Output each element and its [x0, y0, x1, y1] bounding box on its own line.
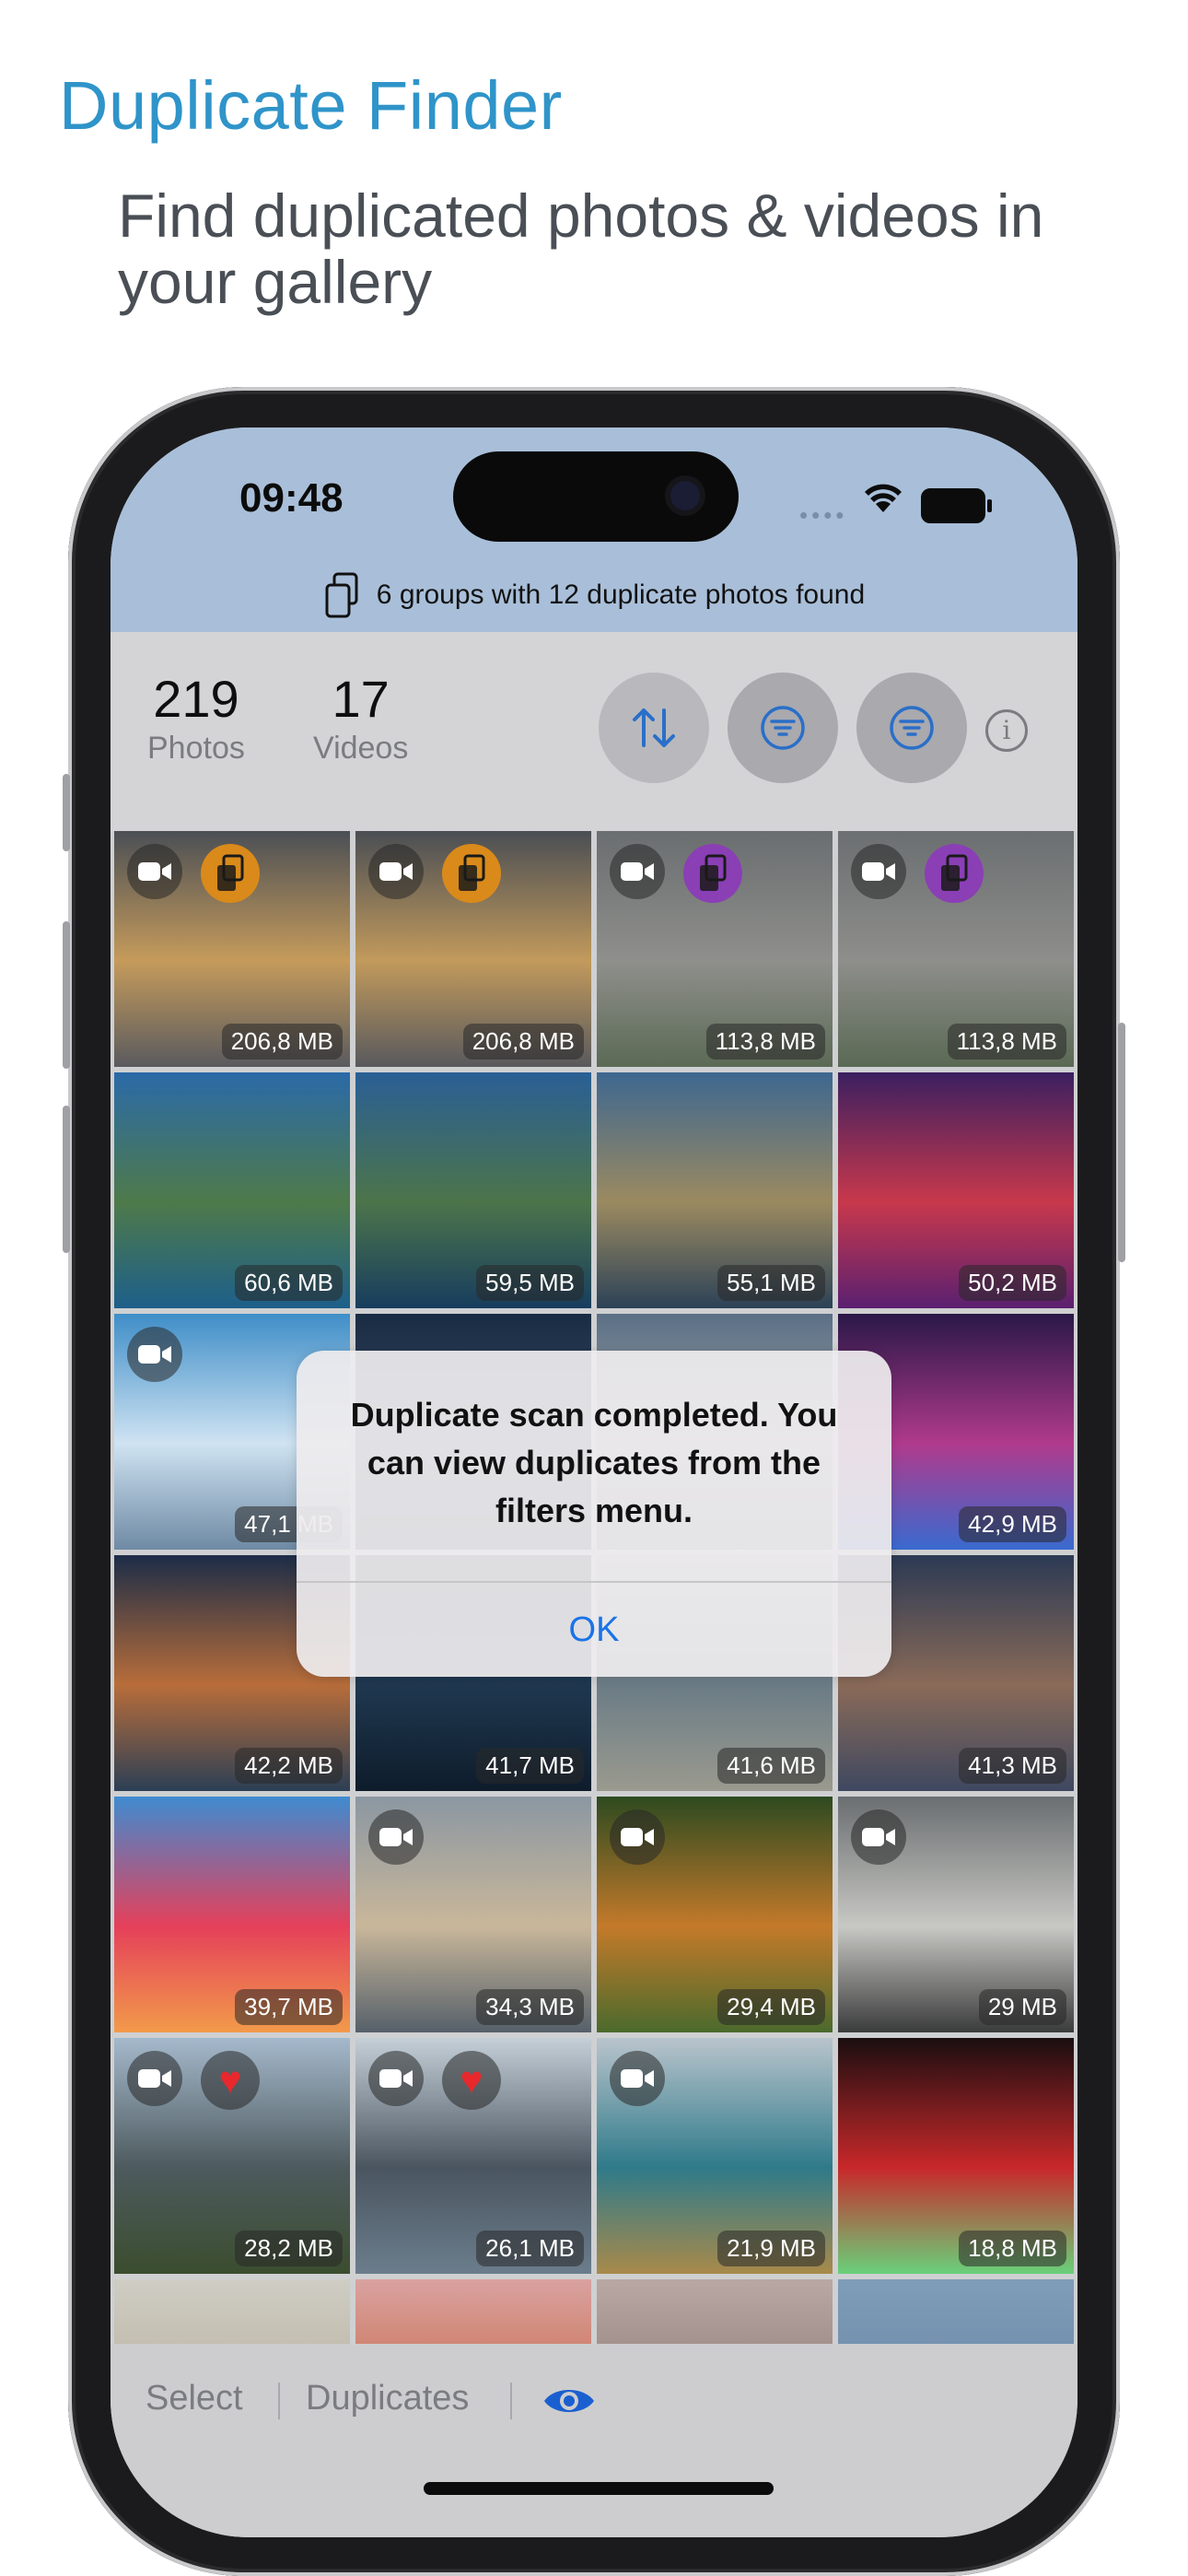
- photo-tile[interactable]: 59,5 MB: [355, 1072, 591, 1308]
- eye-icon[interactable]: [542, 2383, 597, 2419]
- file-size-badge: 34,3 MB: [476, 1989, 584, 2025]
- video-camera-icon: [368, 844, 424, 899]
- photo-tile[interactable]: 113,8 MB: [838, 831, 1074, 1067]
- sort-button[interactable]: [599, 673, 709, 783]
- photo-tile[interactable]: 29,4 MB: [597, 1797, 833, 2032]
- photo-tile[interactable]: 34,3 MB: [355, 1797, 591, 2032]
- photo-tile[interactable]: ♥ 28,2 MB: [114, 2038, 350, 2274]
- photo-tile[interactable]: 29 MB: [838, 1797, 1074, 2032]
- video-camera-icon: [127, 1327, 182, 1382]
- file-size-badge: 29,4 MB: [717, 1989, 825, 2025]
- volume-up-button: [63, 921, 70, 1069]
- volume-down-button: [63, 1106, 70, 1253]
- power-button: [1118, 1023, 1125, 1262]
- file-size-badge: 39,7 MB: [235, 1989, 343, 2025]
- duplicate-badge-icon: [925, 844, 984, 903]
- dynamic-island: [453, 451, 739, 542]
- video-camera-icon: [127, 844, 182, 899]
- file-size-badge: 55,1 MB: [717, 1265, 825, 1301]
- bottom-toolbar: Select Duplicates: [111, 2344, 1077, 2537]
- duplicate-badge-icon: [201, 844, 260, 903]
- duplicate-badge-icon: [442, 844, 501, 903]
- photo-tile[interactable]: 206,8 MB: [355, 831, 591, 1067]
- photos-count-value: 219: [153, 670, 239, 728]
- photo-tile[interactable]: 60,6 MB: [114, 1072, 350, 1308]
- wifi-icon: [865, 484, 902, 512]
- action-button: [63, 774, 70, 851]
- info-icon[interactable]: i: [985, 709, 1028, 752]
- file-size-badge: 60,6 MB: [235, 1265, 343, 1301]
- scan-complete-alert: Duplicate scan completed. You can view d…: [297, 1351, 891, 1677]
- signal-icon: ••••: [799, 501, 848, 529]
- file-size-badge: 21,9 MB: [717, 2231, 825, 2266]
- stats-toolbar: 219 Photos 17 Videos i: [111, 632, 1077, 831]
- file-size-badge: 41,7 MB: [476, 1748, 584, 1784]
- videos-count-value: 17: [332, 670, 390, 728]
- favorite-heart-icon: ♥: [442, 2051, 501, 2110]
- photo-tile[interactable]: 21,9 MB: [597, 2038, 833, 2274]
- file-size-badge: 59,5 MB: [476, 1265, 584, 1301]
- select-button[interactable]: Select: [146, 2379, 243, 2418]
- file-size-badge: 206,8 MB: [462, 1024, 584, 1060]
- alert-ok-button[interactable]: OK: [297, 1583, 891, 1677]
- photo-tile[interactable]: 206,8 MB: [114, 831, 350, 1067]
- toolbar-divider: [278, 2383, 280, 2419]
- home-indicator: [424, 2482, 774, 2495]
- video-camera-icon: [851, 1809, 906, 1865]
- video-camera-icon: [610, 2051, 665, 2106]
- videos-count-label: Videos: [313, 731, 409, 766]
- marketing-subtitle: Find duplicated photos & videos in your …: [118, 181, 1044, 316]
- file-size-badge: 41,6 MB: [717, 1748, 825, 1784]
- filter-icon: [761, 706, 805, 750]
- camera-icon: [670, 481, 700, 510]
- file-size-badge: 42,9 MB: [959, 1506, 1066, 1542]
- video-camera-icon: [127, 2051, 182, 2106]
- sort-icon: [633, 708, 675, 747]
- video-camera-icon: [368, 2051, 424, 2106]
- file-size-badge: 113,8 MB: [705, 1024, 825, 1060]
- photo-tile[interactable]: 18,8 MB: [838, 2038, 1074, 2274]
- status-bar: 09:48 •••• 6 groups with 12 duplicate ph…: [111, 427, 1077, 632]
- file-size-badge: 42,2 MB: [235, 1748, 343, 1784]
- phone-frame: 09:48 •••• 6 groups with 12 duplicate ph…: [63, 387, 1125, 2576]
- photo-tile[interactable]: 55,1 MB: [597, 1072, 833, 1308]
- file-size-badge: 206,8 MB: [221, 1024, 343, 1060]
- duplicates-button[interactable]: Duplicates: [306, 2379, 469, 2418]
- photo-tile[interactable]: ♥ 26,1 MB: [355, 2038, 591, 2274]
- photo-tile[interactable]: 39,7 MB: [114, 1797, 350, 2032]
- file-size-badge: 26,1 MB: [476, 2231, 584, 2266]
- marketing-title: Duplicate Finder: [59, 67, 563, 144]
- file-size-badge: 29 MB: [978, 1989, 1066, 2025]
- video-camera-icon: [368, 1809, 424, 1865]
- file-size-badge: 50,2 MB: [959, 1265, 1066, 1301]
- file-size-badge: 18,8 MB: [959, 2231, 1066, 2266]
- duplicate-badge-icon: [683, 844, 742, 903]
- photos-count: 219 Photos: [147, 669, 245, 767]
- toolbar-divider: [510, 2383, 512, 2419]
- video-camera-icon: [610, 1809, 665, 1865]
- file-size-badge: 28,2 MB: [235, 2231, 343, 2266]
- battery-icon: [921, 488, 992, 523]
- filter-icon: [890, 706, 934, 750]
- file-size-badge: 41,3 MB: [959, 1748, 1066, 1784]
- clock: 09:48: [239, 475, 344, 521]
- duplicate-docs-icon: [325, 572, 358, 618]
- banner-text: 6 groups with 12 duplicate photos found: [376, 580, 866, 610]
- screen: 09:48 •••• 6 groups with 12 duplicate ph…: [111, 427, 1077, 2537]
- video-camera-icon: [851, 844, 906, 899]
- alert-message: Duplicate scan completed. You can view d…: [350, 1396, 838, 1529]
- duplicates-banner[interactable]: 6 groups with 12 duplicate photos found: [111, 558, 1077, 632]
- filter-button-2[interactable]: [856, 673, 967, 783]
- favorite-heart-icon: ♥: [201, 2051, 260, 2110]
- filter-button[interactable]: [728, 673, 838, 783]
- videos-count: 17 Videos: [313, 669, 408, 767]
- file-size-badge: 113,8 MB: [947, 1024, 1066, 1060]
- photo-tile[interactable]: 113,8 MB: [597, 831, 833, 1067]
- photos-count-label: Photos: [147, 731, 245, 766]
- video-camera-icon: [610, 844, 665, 899]
- photo-tile[interactable]: 50,2 MB: [838, 1072, 1074, 1308]
